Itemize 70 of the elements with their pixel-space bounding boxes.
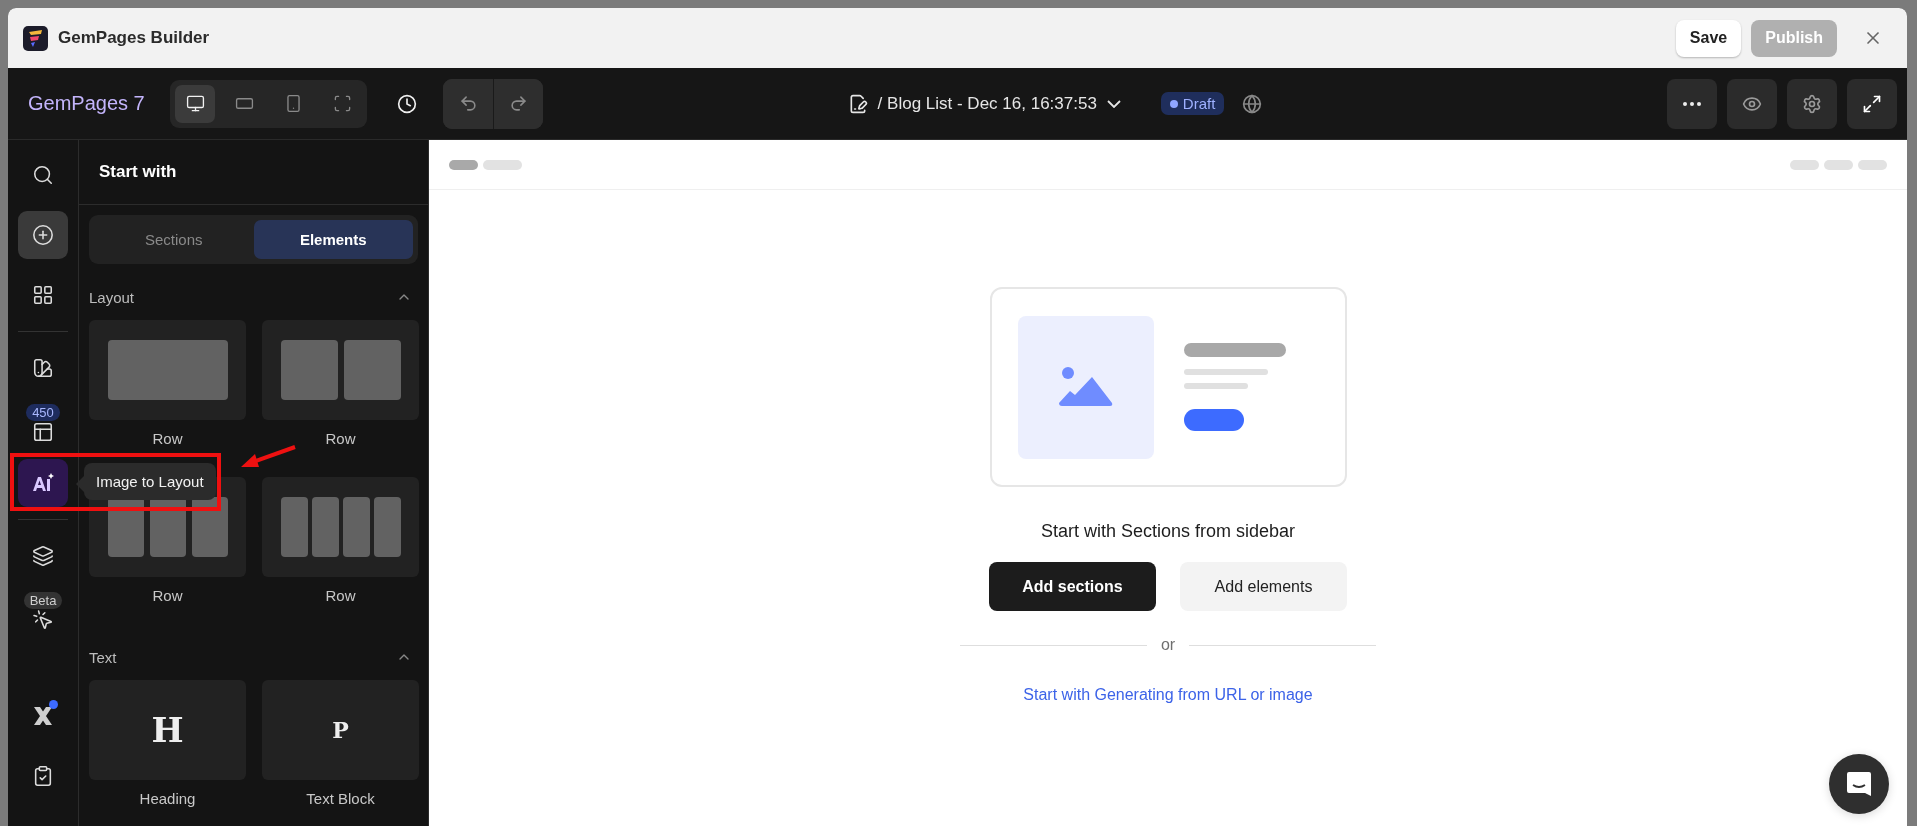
plus-circle-icon — [32, 224, 54, 246]
expand-icon — [1862, 93, 1882, 114]
swatch-icon — [32, 357, 54, 379]
element-tile[interactable] — [262, 320, 419, 420]
group-title: Text — [89, 648, 117, 666]
settings-icon — [1802, 93, 1822, 114]
cursor-click-icon — [32, 609, 54, 631]
tile-label: Row — [152, 429, 183, 449]
preview-button[interactable] — [1727, 78, 1777, 129]
element-tile[interactable]: H — [89, 680, 246, 780]
divider-label: or — [1160, 636, 1176, 654]
tooltip: Image to Layout — [84, 463, 216, 500]
ai-sparkle-icon — [31, 473, 55, 493]
layers-icon — [32, 545, 54, 567]
undo-button[interactable] — [443, 78, 493, 129]
panel-title: Start with — [99, 162, 177, 182]
search-icon — [32, 164, 54, 186]
chat-icon — [1846, 771, 1872, 797]
skeleton-pill — [449, 159, 478, 170]
brand-name: GemPages 7 — [28, 92, 146, 115]
image-icon — [1058, 367, 1113, 407]
clock-icon — [397, 93, 417, 114]
tile-label: Row — [325, 586, 356, 606]
count-badge: Beta — [23, 592, 63, 609]
settings-button[interactable] — [1787, 78, 1837, 129]
ellipsis-icon — [1683, 101, 1701, 106]
count-badge: 450 — [26, 404, 60, 421]
chat-button[interactable] — [1829, 754, 1889, 814]
generate-link[interactable]: Start with Generating from URL or image — [1023, 686, 1313, 704]
undo-icon — [458, 94, 478, 113]
tab[interactable]: Elements — [253, 220, 413, 259]
tile-label: Heading — [139, 789, 196, 809]
tile-label: Row — [152, 586, 183, 606]
skeleton-pill — [1824, 159, 1853, 170]
add-sections-button[interactable]: Add sections — [989, 562, 1156, 611]
group-title: Layout — [89, 288, 135, 306]
tile-label: Text Block — [306, 789, 375, 809]
redo-button[interactable] — [493, 78, 543, 129]
skeleton-pill — [483, 159, 522, 170]
app-logo-icon — [23, 25, 48, 51]
frame-icon — [332, 94, 352, 113]
glyph-text: H — [151, 710, 184, 750]
element-tile[interactable]: P — [262, 680, 419, 780]
fullscreen-button[interactable] — [1847, 78, 1897, 129]
element-tile[interactable] — [262, 477, 419, 577]
glyph-text: P — [332, 717, 349, 743]
skeleton-line — [1183, 383, 1248, 389]
status-text: Draft — [1182, 95, 1216, 112]
clipboard-check-icon — [32, 765, 54, 787]
monitor-icon — [185, 94, 205, 113]
redo-icon — [509, 94, 528, 113]
add-elements-button[interactable]: Add elements — [1180, 562, 1347, 611]
chevron-down-icon — [1106, 99, 1121, 108]
skeleton-pill — [1858, 159, 1887, 170]
element-tile[interactable] — [89, 320, 246, 420]
sidebar-tool[interactable] — [18, 211, 68, 259]
device-toggle[interactable] — [175, 84, 215, 123]
tile-label: Row — [325, 429, 356, 449]
globe-icon[interactable] — [1242, 93, 1263, 114]
save-button[interactable]: Save — [1675, 19, 1742, 57]
skeleton-pill — [1790, 159, 1819, 170]
grid-icon — [32, 284, 54, 306]
layout-icon — [32, 421, 54, 443]
tab[interactable]: Sections — [94, 220, 254, 259]
x-logo-icon — [33, 706, 53, 726]
sidebar-tool[interactable] — [18, 459, 68, 507]
status-dot — [1169, 99, 1178, 108]
empty-state-title: Start with Sections from sidebar — [1040, 521, 1296, 542]
window-title: GemPages Builder — [58, 28, 211, 48]
page-selector[interactable]: / Blog List - Dec 16, 16:37:53 — [877, 93, 1121, 114]
